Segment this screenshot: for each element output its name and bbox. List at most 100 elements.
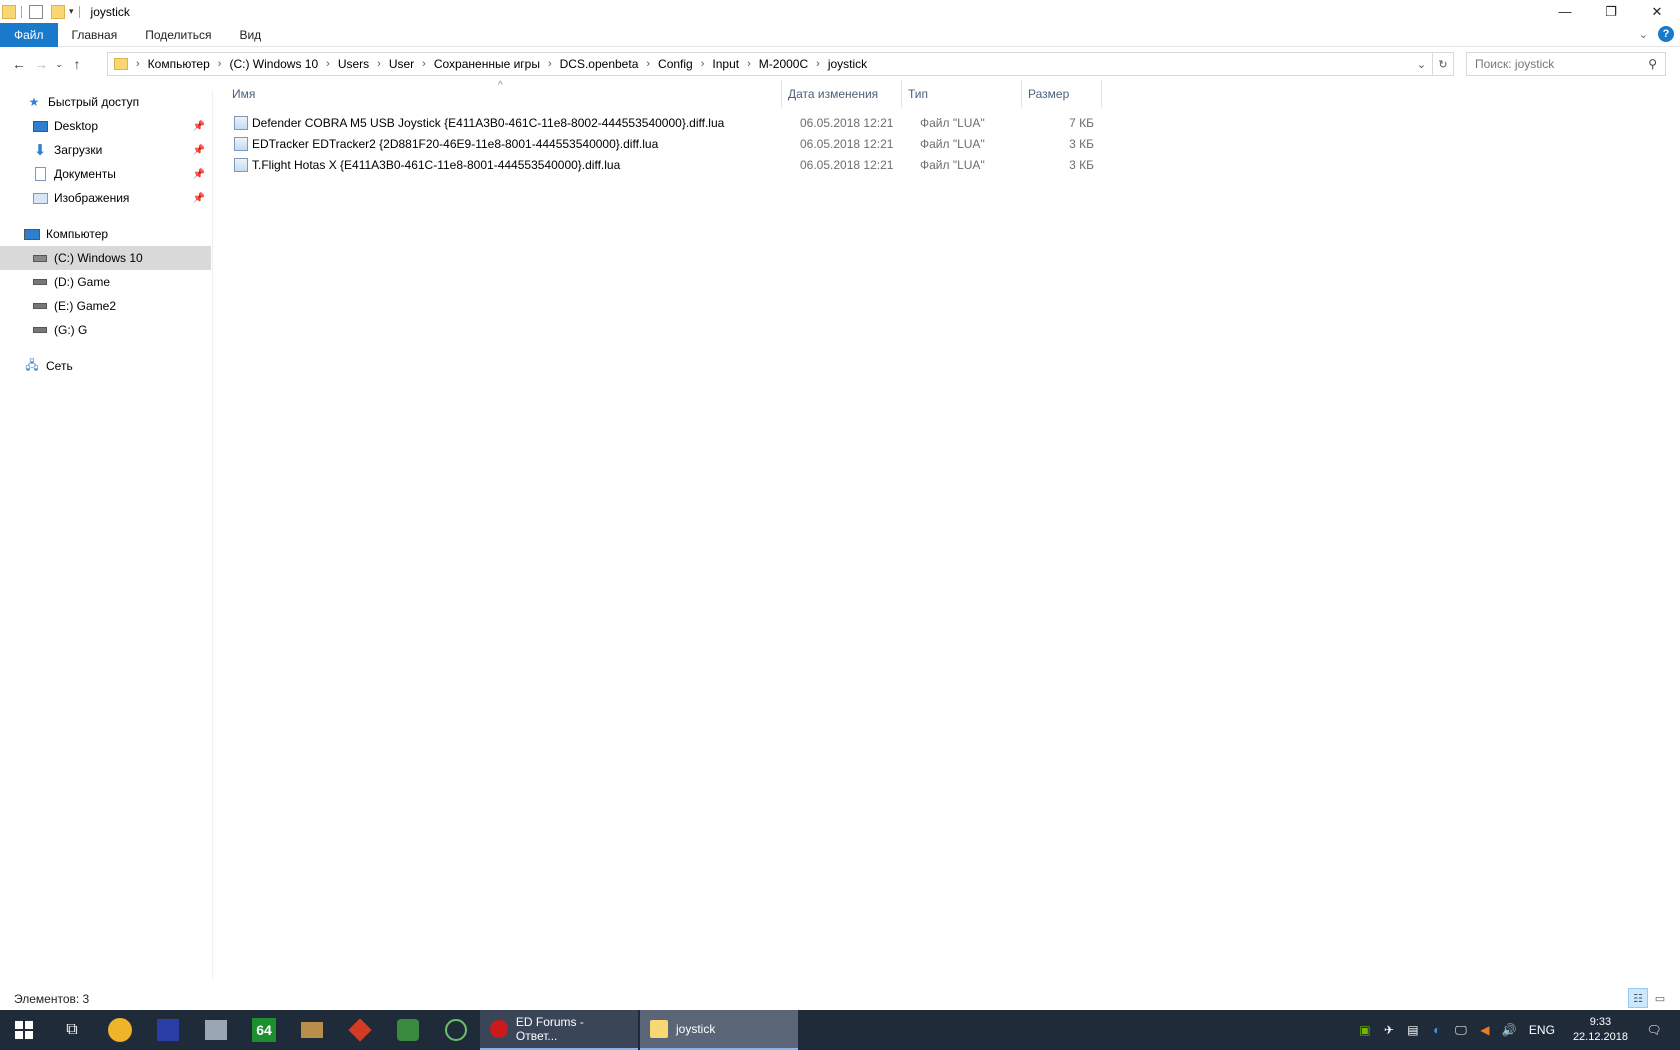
tab-file[interactable]: Файл bbox=[0, 22, 58, 47]
properties-icon[interactable] bbox=[29, 4, 43, 19]
aida64-icon[interactable]: 64 bbox=[240, 1010, 288, 1050]
new-folder-icon[interactable] bbox=[51, 4, 65, 19]
sidebar-item-documents[interactable]: Документы 📌 bbox=[0, 162, 211, 186]
chevron-right-icon[interactable]: › bbox=[646, 58, 650, 70]
tab-share[interactable]: Поделиться bbox=[131, 23, 225, 47]
customize-toolbar-icon[interactable]: ▾ bbox=[69, 6, 74, 17]
tab-view[interactable]: Вид bbox=[225, 23, 275, 47]
language-indicator[interactable]: ENG bbox=[1529, 1023, 1555, 1037]
chevron-right-icon[interactable]: › bbox=[816, 58, 820, 70]
recent-locations-button[interactable]: ⌄ bbox=[52, 52, 66, 76]
file-size: 7 КБ bbox=[1069, 116, 1094, 130]
clock[interactable]: 9:33 22.12.2018 bbox=[1573, 1015, 1628, 1045]
chevron-right-icon[interactable]: › bbox=[548, 58, 552, 70]
task-view-button[interactable]: ⧉ bbox=[48, 1010, 96, 1050]
file-type: Файл "LUA" bbox=[920, 137, 985, 151]
chevron-right-icon[interactable]: › bbox=[326, 58, 330, 70]
breadcrumb-item[interactable]: Input bbox=[712, 57, 739, 71]
start-button[interactable] bbox=[0, 1010, 48, 1050]
tray-app-icon[interactable]: ◐ bbox=[1425, 1023, 1449, 1037]
back-button[interactable]: ← bbox=[8, 52, 30, 76]
airplane-icon[interactable]: ✈ bbox=[1377, 1023, 1401, 1037]
tray-app-icon[interactable]: ▤ bbox=[1401, 1023, 1425, 1037]
address-bar[interactable]: › Компьютер › (C:) Windows 10 › Users › Use… bbox=[107, 52, 1454, 76]
desktop-icon bbox=[32, 119, 48, 133]
breadcrumb-item[interactable]: Компьютер bbox=[148, 57, 210, 71]
pinned-app-icon[interactable] bbox=[96, 1010, 144, 1050]
pinned-app-icon[interactable] bbox=[144, 1010, 192, 1050]
refresh-icon[interactable]: ↻ bbox=[1432, 53, 1453, 75]
sidebar-item-pictures[interactable]: Изображения 📌 bbox=[0, 186, 211, 210]
sidebar-item-label: (E:) Game2 bbox=[54, 299, 117, 313]
tray-app-icon[interactable]: ◀ bbox=[1473, 1023, 1497, 1037]
breadcrumb-item[interactable]: Config bbox=[658, 57, 693, 71]
pinned-app-icon[interactable] bbox=[192, 1010, 240, 1050]
breadcrumb-item[interactable]: Users bbox=[338, 57, 369, 71]
forward-button[interactable]: → bbox=[30, 52, 52, 76]
chevron-right-icon[interactable]: › bbox=[747, 58, 751, 70]
sidebar-item-computer[interactable]: Компьютер bbox=[0, 222, 211, 246]
file-row[interactable]: EDTracker EDTracker2 {2D881F20-46E9-11e8… bbox=[234, 134, 1314, 154]
notifications-icon[interactable]: 🗨 bbox=[1642, 1023, 1666, 1037]
minimize-button[interactable]: — bbox=[1542, 0, 1588, 23]
breadcrumb-item[interactable]: (C:) Windows 10 bbox=[229, 57, 318, 71]
navigation-pane: ★ Быстрый доступ Desktop 📌 ⬇ Загрузки 📌 … bbox=[0, 90, 213, 980]
breadcrumb-item[interactable]: DCS.openbeta bbox=[560, 57, 639, 71]
file-date: 06.05.2018 12:21 bbox=[800, 137, 894, 151]
large-icons-view-icon[interactable]: ▭ bbox=[1650, 988, 1670, 1008]
taskbar-app-explorer[interactable]: joystick bbox=[640, 1010, 798, 1050]
pin-icon[interactable]: 📌 bbox=[193, 169, 205, 180]
file-size: 3 КБ bbox=[1069, 137, 1094, 151]
breadcrumb-item[interactable]: joystick bbox=[828, 57, 867, 71]
nvidia-icon[interactable]: ▣ bbox=[1353, 1023, 1377, 1037]
sidebar-item-drive-e[interactable]: (E:) Game2 bbox=[0, 294, 211, 318]
restore-button[interactable]: ❐ bbox=[1588, 0, 1634, 23]
pinned-app-icon[interactable] bbox=[432, 1010, 480, 1050]
breadcrumb-item[interactable]: M-2000C bbox=[759, 57, 808, 71]
column-header-type[interactable]: Тип bbox=[902, 80, 1022, 108]
lua-file-icon bbox=[234, 137, 248, 151]
pinned-app-icon[interactable] bbox=[384, 1010, 432, 1050]
network-icon[interactable]: 🖵 bbox=[1449, 1023, 1473, 1038]
pin-icon[interactable]: 📌 bbox=[193, 121, 205, 132]
pin-icon[interactable]: 📌 bbox=[193, 193, 205, 204]
pinned-app-icon[interactable] bbox=[336, 1010, 384, 1050]
file-name: Defender COBRA M5 USB Joystick {E411A3B0… bbox=[252, 116, 725, 130]
sidebar-item-network[interactable]: 🖧 Сеть bbox=[0, 354, 211, 378]
column-header-date[interactable]: Дата изменения bbox=[782, 80, 902, 108]
sidebar-item-drive-d[interactable]: (D:) Game bbox=[0, 270, 211, 294]
close-button[interactable]: ✕ bbox=[1634, 0, 1680, 23]
pinned-app-icon[interactable] bbox=[288, 1010, 336, 1050]
chevron-right-icon[interactable]: › bbox=[136, 58, 140, 70]
taskbar-app-opera[interactable]: ED Forums - Ответ... bbox=[480, 1010, 638, 1050]
chevron-right-icon[interactable]: › bbox=[218, 58, 222, 70]
breadcrumb-item[interactable]: Сохраненные игры bbox=[434, 57, 540, 71]
pin-icon[interactable]: 📌 bbox=[193, 145, 205, 156]
chevron-right-icon[interactable]: › bbox=[701, 58, 705, 70]
tab-home[interactable]: Главная bbox=[58, 23, 132, 47]
sidebar-item-quick-access[interactable]: ★ Быстрый доступ bbox=[0, 90, 211, 114]
breadcrumb-item[interactable]: User bbox=[389, 57, 414, 71]
sidebar-item-drive-g[interactable]: (G:) G bbox=[0, 318, 211, 342]
folder-icon bbox=[2, 4, 16, 19]
address-dropdown-icon[interactable]: ⌄ bbox=[1411, 53, 1432, 75]
lua-file-icon bbox=[234, 158, 248, 172]
file-row[interactable]: T.Flight Hotas X {E411A3B0-461C-11e8-800… bbox=[234, 155, 1314, 175]
ribbon-right: ⌄ ? bbox=[1639, 26, 1674, 42]
search-input[interactable]: Поиск: joystick ⚲ bbox=[1466, 52, 1666, 76]
column-header-size[interactable]: Размер bbox=[1022, 80, 1102, 108]
expand-ribbon-icon[interactable]: ⌄ bbox=[1639, 28, 1648, 41]
help-icon[interactable]: ? bbox=[1658, 26, 1674, 42]
sidebar-item-drive-c[interactable]: (C:) Windows 10 bbox=[0, 246, 211, 270]
chevron-right-icon[interactable]: › bbox=[422, 58, 426, 70]
details-view-icon[interactable]: ☷ bbox=[1628, 988, 1648, 1008]
download-icon: ⬇ bbox=[33, 142, 47, 159]
volume-icon[interactable]: 🔊 bbox=[1497, 1023, 1521, 1037]
up-button[interactable]: ↑ bbox=[66, 52, 88, 76]
search-icon[interactable]: ⚲ bbox=[1648, 57, 1657, 71]
title-bar: ▾ joystick — ❐ ✕ bbox=[0, 0, 1680, 23]
sidebar-item-desktop[interactable]: Desktop 📌 bbox=[0, 114, 211, 138]
chevron-right-icon[interactable]: › bbox=[377, 58, 381, 70]
file-row[interactable]: Defender COBRA M5 USB Joystick {E411A3B0… bbox=[234, 113, 1314, 133]
sidebar-item-downloads[interactable]: ⬇ Загрузки 📌 bbox=[0, 138, 211, 162]
